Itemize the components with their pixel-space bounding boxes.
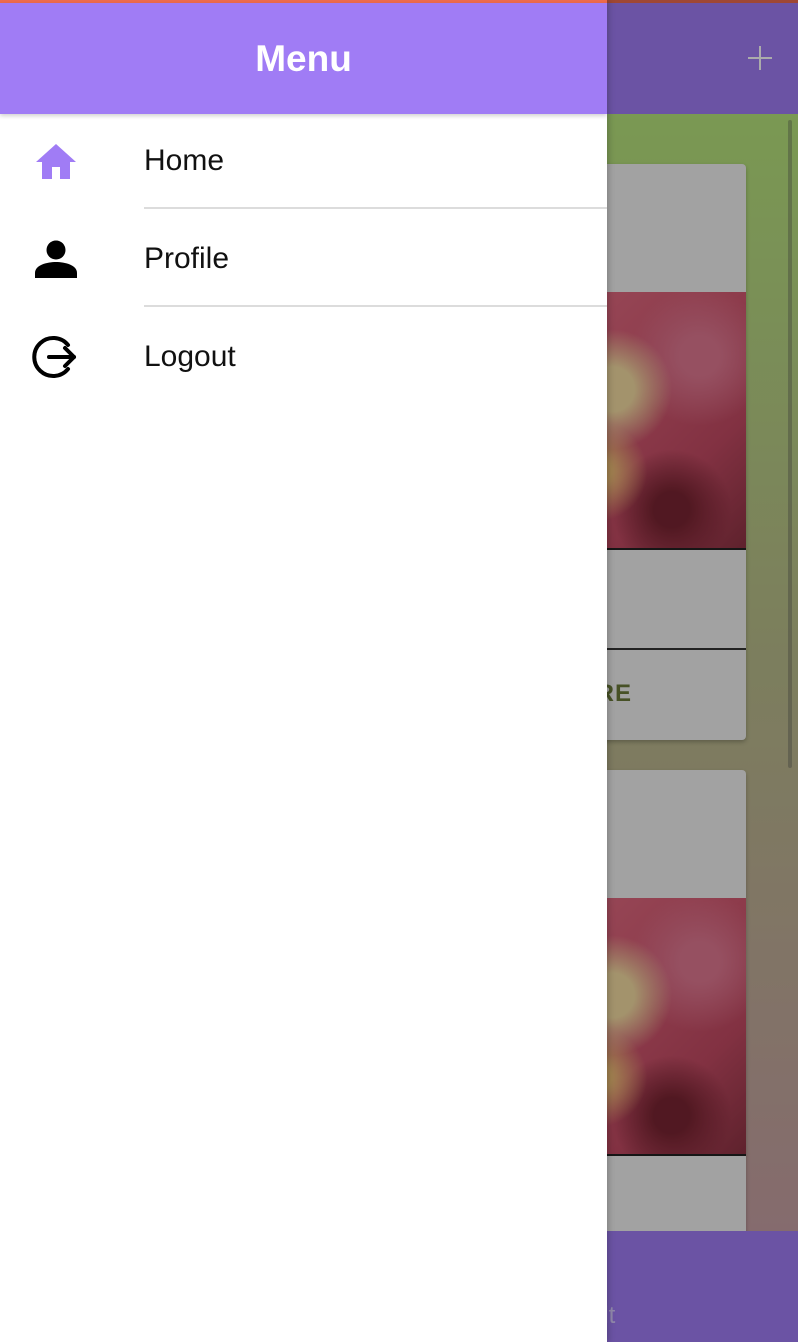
home-icon: [36, 144, 76, 179]
menu-item-logout[interactable]: Logout: [0, 308, 607, 406]
menu-item-label: Logout: [144, 340, 236, 373]
drawer-header: Menu: [0, 3, 607, 114]
logout-icon: [32, 336, 76, 378]
person-icon: [35, 240, 77, 278]
menu-item-label: Profile: [144, 242, 230, 275]
menu-separator: [144, 207, 607, 209]
menu-item-profile[interactable]: Profile: [0, 210, 607, 308]
navigation-drawer: Menu Home Profile Logout: [0, 0, 607, 1342]
menu-item-label: Home: [144, 144, 225, 177]
menu-separator: [144, 305, 607, 307]
menu-item-home[interactable]: Home: [0, 112, 607, 210]
drawer-title: Menu: [255, 37, 352, 79]
